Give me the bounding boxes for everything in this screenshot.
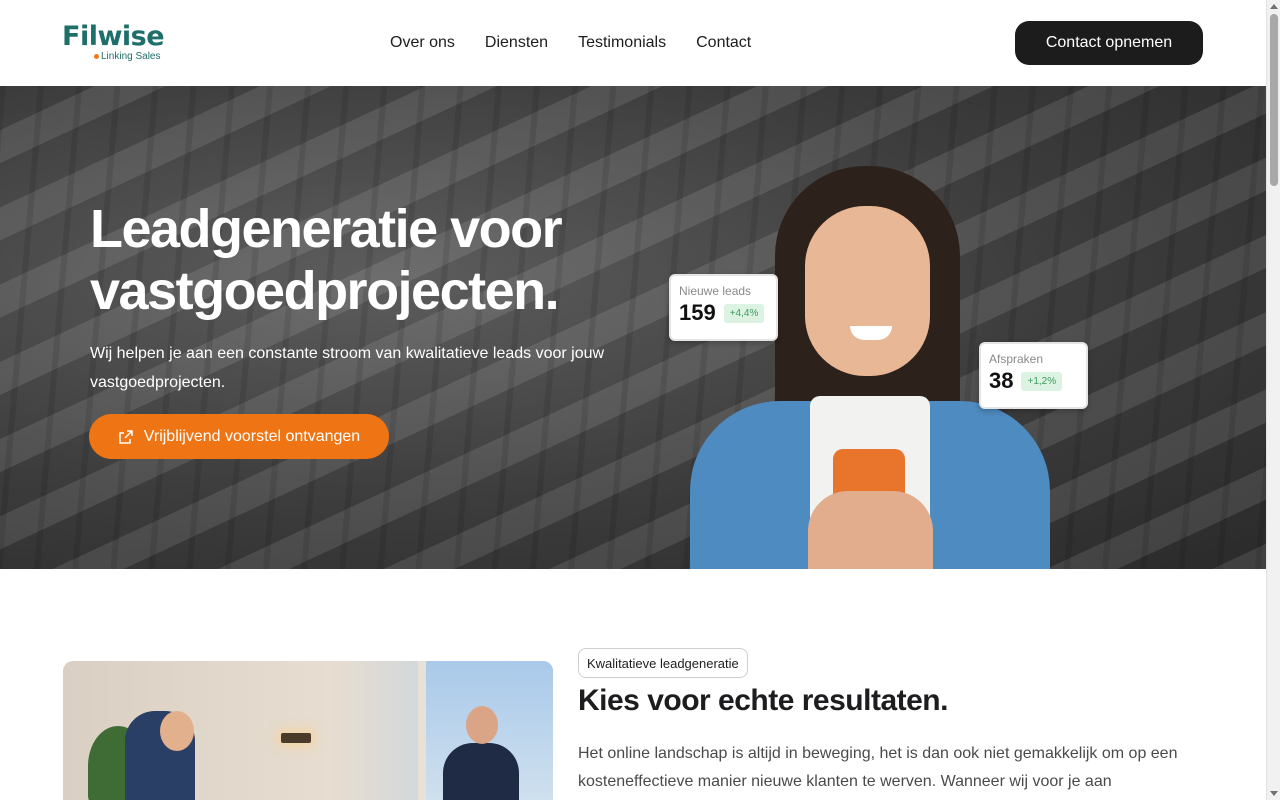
voorstel-ontvangen-button[interactable]: Vrijblijvend voorstel ontvangen — [89, 414, 389, 459]
hero-subtitle: Wij helpen je aan een constante stroom v… — [90, 345, 605, 391]
stat-card-nieuwe-leads: Nieuwe leads 159 +4,4% — [669, 274, 778, 341]
site-header: Filwise Linking Sales Over ons Diensten … — [0, 0, 1266, 86]
nav-diensten[interactable]: Diensten — [485, 34, 548, 52]
stat-label: Nieuwe leads — [679, 284, 752, 298]
team-photo — [63, 661, 553, 800]
logo-tagline-text: Linking Sales — [101, 51, 161, 62]
section-tag: Kwalitatieve leadgeneratie — [578, 648, 748, 678]
logo-wordmark: Filwise — [62, 21, 165, 52]
stat-card-afspraken: Afspraken 38 +1,2% — [979, 342, 1088, 409]
stat-delta-badge: +4,4% — [723, 303, 765, 323]
external-link-icon — [119, 429, 133, 444]
voorstel-button-label: Vrijblijvend voorstel ontvangen — [143, 427, 361, 445]
section-text: Het online landschap is altijd in bewegi… — [578, 745, 1178, 790]
scroll-up-icon[interactable] — [1270, 4, 1278, 9]
hero-title: Leadgeneratie voor vastgoedprojecten. — [90, 199, 563, 321]
main-nav: Over ons Diensten Testimonials Contact — [390, 34, 751, 52]
filwise-logo[interactable]: Filwise Linking Sales — [62, 21, 165, 63]
logo-tagline: Linking Sales — [94, 51, 160, 62]
section-title: Kies voor echte resultaten. — [578, 684, 948, 717]
hero-background-image — [0, 86, 1266, 569]
nav-over-ons[interactable]: Over ons — [390, 34, 455, 52]
stat-value: 38 — [989, 368, 1014, 393]
nav-contact[interactable]: Contact — [696, 34, 751, 52]
scroll-down-icon[interactable] — [1270, 791, 1278, 796]
contact-opnemen-button[interactable]: Contact opnemen — [1015, 21, 1203, 65]
logo-dot-icon — [94, 53, 99, 59]
stat-label: Afspraken — [989, 352, 1044, 366]
stat-delta-badge: +1,2% — [1021, 371, 1063, 391]
stat-value: 159 — [679, 300, 716, 325]
page-scrollbar[interactable] — [1266, 0, 1280, 800]
wall-lamp-icon — [281, 733, 311, 743]
hero-section: Leadgeneratie voor vastgoedprojecten. Wi… — [0, 86, 1266, 569]
nav-testimonials[interactable]: Testimonials — [578, 34, 666, 52]
scroll-thumb[interactable] — [1270, 14, 1278, 186]
